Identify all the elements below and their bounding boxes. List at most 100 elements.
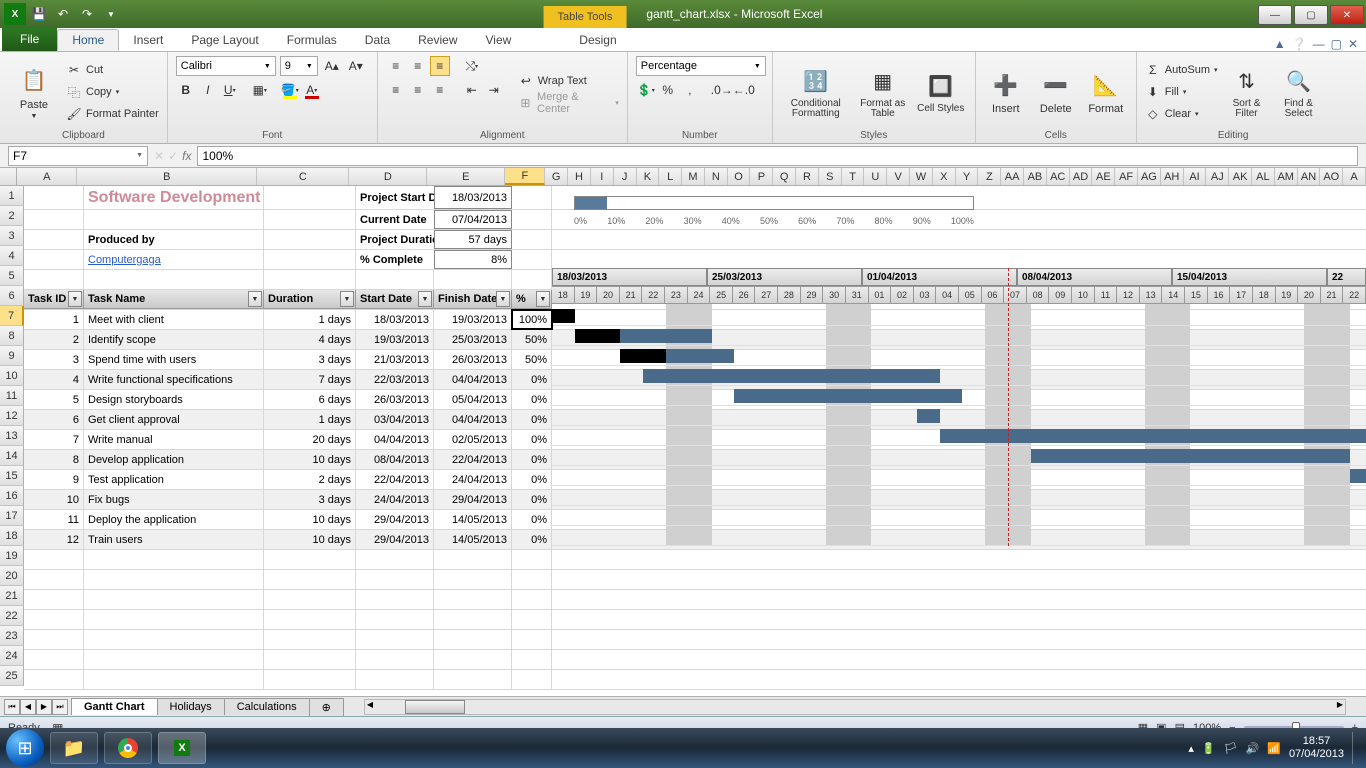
tab-formulas[interactable]: Formulas	[273, 29, 351, 51]
active-cell[interactable]: 100%	[512, 310, 552, 329]
name-box[interactable]: F7▼	[8, 146, 148, 166]
doc-minimize-icon[interactable]: —	[1313, 37, 1325, 51]
row-header-15[interactable]: 15	[0, 466, 24, 486]
row-header-18[interactable]: 18	[0, 526, 24, 546]
redo-icon[interactable]: ↷	[76, 3, 98, 25]
battery-icon[interactable]: 🔋	[1202, 742, 1216, 755]
filter-button[interactable]: ▼	[496, 291, 510, 307]
sheet-tab[interactable]: Gantt Chart	[71, 698, 158, 715]
explorer-task[interactable]: 📁	[50, 732, 98, 764]
author-link[interactable]: Computergaga	[88, 254, 161, 266]
col-header-AI[interactable]: AI	[1184, 168, 1207, 185]
select-all-corner[interactable]	[0, 168, 17, 185]
col-header-A[interactable]: A	[17, 168, 77, 185]
chrome-task[interactable]	[104, 732, 152, 764]
col-header-Q[interactable]: Q	[773, 168, 796, 185]
col-header-AH[interactable]: AH	[1161, 168, 1184, 185]
duration-value[interactable]: 57 days	[434, 230, 512, 249]
col-header-AC[interactable]: AC	[1047, 168, 1070, 185]
col-header-C[interactable]: C	[257, 168, 349, 185]
col-header-F[interactable]: F	[505, 168, 545, 185]
col-header-Y[interactable]: Y	[956, 168, 979, 185]
qat-dropdown-icon[interactable]: ▼	[100, 3, 122, 25]
complete-value[interactable]: 8%	[434, 250, 512, 269]
tab-design[interactable]: Design	[565, 29, 630, 51]
current-date-label[interactable]: Current Date	[356, 210, 434, 229]
row-header-17[interactable]: 17	[0, 506, 24, 526]
align-middle-icon[interactable]: ≡	[408, 56, 428, 76]
col-header-R[interactable]: R	[796, 168, 819, 185]
sheet-tab[interactable]: Calculations	[224, 698, 310, 715]
orientation-icon[interactable]: ⤭▾	[462, 56, 482, 76]
row-header-12[interactable]: 12	[0, 406, 24, 426]
close-button[interactable]: ✕	[1330, 5, 1364, 25]
format-as-table-button[interactable]: ▦Format as Table	[857, 56, 909, 128]
conditional-formatting-button[interactable]: 🔢Conditional Formatting	[781, 56, 851, 128]
row-header-24[interactable]: 24	[0, 646, 24, 666]
flag-icon[interactable]: 🏳	[1224, 742, 1238, 755]
decrease-decimal-icon[interactable]: ←.0	[734, 80, 754, 100]
col-header-G[interactable]: G	[545, 168, 568, 185]
new-sheet-button[interactable]: ⊕	[309, 698, 344, 716]
copy-button[interactable]: ⿻Copy▾	[66, 82, 159, 102]
volume-icon[interactable]: 🔊	[1246, 742, 1260, 755]
save-icon[interactable]: 💾	[28, 3, 50, 25]
produced-by-label[interactable]: Produced by	[84, 230, 264, 249]
tab-file[interactable]: File	[2, 27, 57, 51]
delete-cells-button[interactable]: ➖Delete	[1034, 56, 1078, 128]
col-header-AK[interactable]: AK	[1229, 168, 1252, 185]
network-icon[interactable]: 📶	[1267, 742, 1281, 755]
fill-button[interactable]: ⬇Fill▾	[1145, 82, 1218, 102]
fill-color-button[interactable]: 🪣▾	[280, 80, 300, 100]
accounting-format-icon[interactable]: 💲▾	[636, 80, 656, 100]
col-header-H[interactable]: H	[568, 168, 591, 185]
col-header-AD[interactable]: AD	[1070, 168, 1093, 185]
row-header-11[interactable]: 11	[0, 386, 24, 406]
row-header-3[interactable]: 3	[0, 226, 24, 246]
col-header-K[interactable]: K	[637, 168, 660, 185]
tray-chevron-icon[interactable]: ▴	[1188, 742, 1194, 755]
font-size-combo[interactable]: 9▼	[280, 56, 318, 76]
grow-font-icon[interactable]: A▴	[322, 56, 342, 76]
worksheet[interactable]: ABCDEFGHIJKLMNOPQRSTUVWXYZAAABACADAEAFAG…	[0, 168, 1366, 696]
increase-indent-icon[interactable]: ⇥	[484, 80, 504, 100]
border-button[interactable]: ▦▾	[250, 80, 270, 100]
font-name-combo[interactable]: Calibri▼	[176, 56, 276, 76]
complete-label[interactable]: % Complete	[356, 250, 434, 269]
col-header-P[interactable]: P	[750, 168, 773, 185]
header-start[interactable]: Start Date▼	[356, 290, 434, 309]
filter-button[interactable]: ▼	[248, 291, 262, 307]
col-header-B[interactable]: B	[77, 168, 257, 185]
formula-input[interactable]: 100%	[197, 146, 1358, 166]
minimize-button[interactable]: —	[1258, 5, 1292, 25]
row-header-13[interactable]: 13	[0, 426, 24, 446]
filter-button[interactable]: ▼	[536, 291, 550, 307]
header-finish[interactable]: Finish Date▼	[434, 290, 512, 309]
col-header-AG[interactable]: AG	[1138, 168, 1161, 185]
row-header-20[interactable]: 20	[0, 566, 24, 586]
number-format-combo[interactable]: Percentage▼	[636, 56, 766, 76]
italic-button[interactable]: I	[198, 80, 218, 100]
sort-filter-button[interactable]: ⇅Sort & Filter	[1224, 56, 1270, 128]
show-desktop-button[interactable]	[1352, 732, 1360, 764]
col-header-AE[interactable]: AE	[1092, 168, 1115, 185]
header-dur[interactable]: Duration▼	[264, 290, 356, 309]
col-header-E[interactable]: E	[427, 168, 505, 185]
col-header-W[interactable]: W	[910, 168, 933, 185]
align-center-icon[interactable]: ≡	[408, 80, 428, 100]
filter-button[interactable]: ▼	[68, 291, 82, 307]
format-painter-button[interactable]: 🖌Format Painter	[66, 104, 159, 124]
col-header-AN[interactable]: AN	[1298, 168, 1321, 185]
start-button[interactable]: ⊞	[6, 729, 44, 767]
shrink-font-icon[interactable]: A▾	[346, 56, 366, 76]
doc-restore-icon[interactable]: ▢	[1331, 37, 1342, 51]
minimize-ribbon-icon[interactable]: ▲	[1274, 37, 1286, 51]
row-header-21[interactable]: 21	[0, 586, 24, 606]
last-sheet-button[interactable]: ⏭	[52, 699, 68, 715]
col-header-Z[interactable]: Z	[978, 168, 1001, 185]
percent-format-icon[interactable]: %	[658, 80, 678, 100]
maximize-button[interactable]: ▢	[1294, 5, 1328, 25]
fx-icon[interactable]: fx	[182, 149, 191, 163]
cells-area[interactable]: Software DevelopmentProject Start Date18…	[24, 186, 1366, 696]
row-header-23[interactable]: 23	[0, 626, 24, 646]
